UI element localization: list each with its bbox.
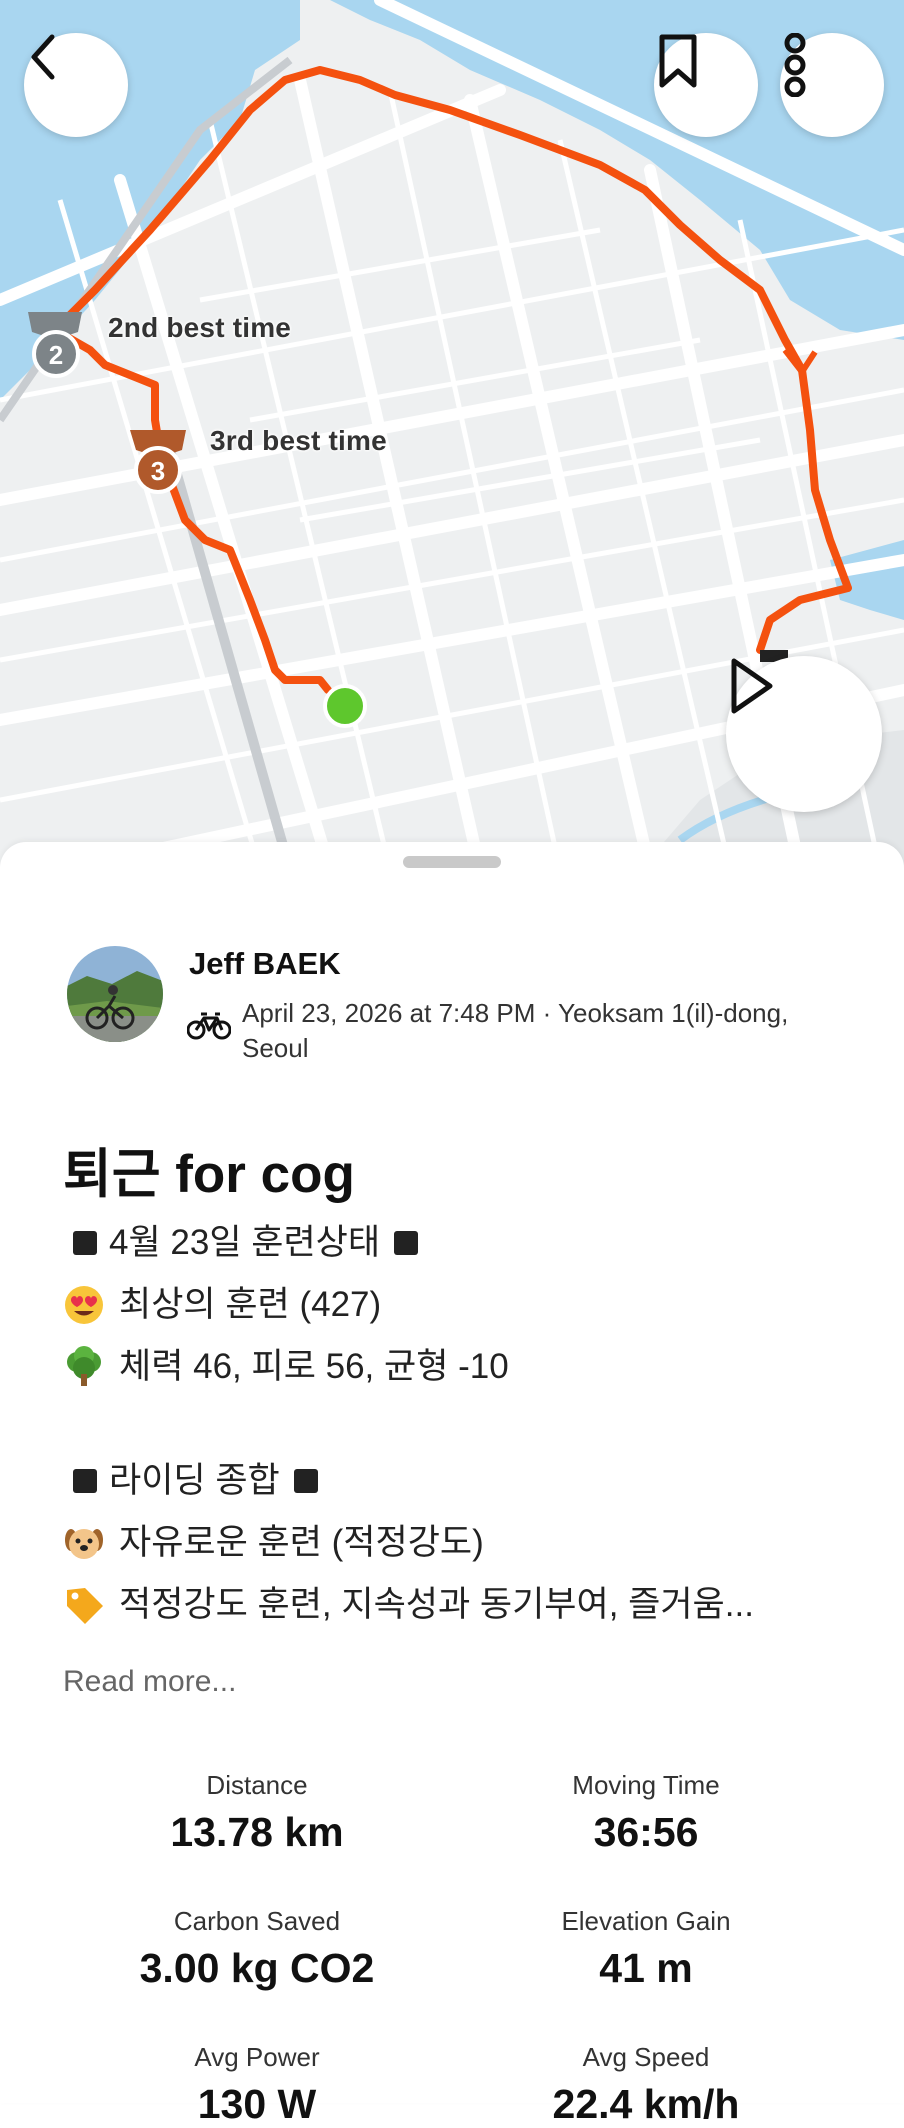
stat-moving-time: Moving Time 36:56 xyxy=(446,1770,846,1856)
play-flyover-button[interactable] xyxy=(726,656,882,812)
stat-avg-power: Avg Power 130 W xyxy=(57,2042,457,2128)
medal-2-icon: 2 xyxy=(28,312,82,378)
black-square-icon xyxy=(293,1469,318,1493)
description-text: 자유로운 훈련 (적정강도) xyxy=(119,1523,484,1562)
stat-value: 22.4 km/h xyxy=(552,2081,740,2127)
route-map[interactable]: 2 3 2nd best time 3rd best time xyxy=(0,0,904,870)
description-line: 체력 46, 피로 56, 균형 -10 xyxy=(63,1336,863,1398)
avatar[interactable] xyxy=(67,946,163,1042)
stat-value: 13.78 km xyxy=(170,1809,344,1855)
activity-title: 퇴근 for cog xyxy=(63,1145,355,1204)
bookmark-button[interactable] xyxy=(654,33,758,137)
heart-eyes-emoji-icon xyxy=(65,1286,103,1324)
description-line: 최상의 훈련 (427) xyxy=(63,1274,863,1336)
stat-label: Avg Speed xyxy=(582,2042,710,2072)
stat-label: Avg Power xyxy=(194,2042,320,2072)
play-icon xyxy=(731,658,773,714)
avatar-image xyxy=(67,946,163,1042)
description-line: 적정강도 훈련, 지속성과 동기부여, 즐거움... xyxy=(63,1574,863,1636)
description-text: 라이딩 종합 xyxy=(109,1461,280,1500)
stat-value: 41 m xyxy=(599,1945,693,1991)
bike-icon xyxy=(187,1012,231,1040)
sheet-drag-handle[interactable] xyxy=(403,856,501,868)
stat-carbon-saved: Carbon Saved 3.00 kg CO2 xyxy=(57,1906,457,1992)
stat-value: 130 W xyxy=(197,2081,317,2127)
back-button[interactable] xyxy=(24,33,128,137)
start-marker xyxy=(323,684,367,728)
tree-emoji-icon xyxy=(67,1346,101,1386)
black-square-icon xyxy=(73,1231,97,1255)
more-options-button[interactable] xyxy=(780,33,884,137)
read-more-link[interactable]: Read more... xyxy=(63,1665,236,1699)
description-text: 적정강도 훈련, 지속성과 동기부여, 즐거움... xyxy=(119,1585,754,1624)
activity-sheet: Jeff BAEK April 23, 2026 at 7:48 PM · Ye… xyxy=(0,842,904,2127)
medal-3-label: 3rd best time xyxy=(210,425,387,456)
stat-label: Carbon Saved xyxy=(173,1906,341,1936)
activity-datetime-location: April 23, 2026 at 7:48 PM · Yeoksam 1(il… xyxy=(242,998,789,1063)
stat-avg-speed: Avg Speed 22.4 km/h xyxy=(446,2042,846,2128)
stat-label: Moving Time xyxy=(572,1770,720,1800)
medal-2-label: 2nd best time xyxy=(108,312,292,343)
chevron-left-icon xyxy=(31,34,55,80)
svg-text:2: 2 xyxy=(49,340,63,370)
description-text: 최상의 훈련 (427) xyxy=(119,1285,382,1324)
label-tag-emoji-icon xyxy=(67,1588,103,1624)
description-text: 체력 46, 피로 56, 균형 -10 xyxy=(119,1347,509,1386)
activity-description: 4월 23일 훈련상태 최상의 훈련 (427) 체력 46, 피로 56, 균… xyxy=(63,1212,863,1636)
stat-elevation-gain: Elevation Gain 41 m xyxy=(446,1906,846,1992)
dog-emoji-icon xyxy=(65,1529,103,1559)
black-square-icon xyxy=(394,1231,419,1255)
description-line: 라이딩 종합 xyxy=(63,1450,863,1512)
svg-text:3: 3 xyxy=(151,456,165,486)
description-line: 4월 23일 훈련상태 xyxy=(63,1212,863,1274)
bookmark-icon xyxy=(659,34,697,88)
athlete-name[interactable]: Jeff BAEK xyxy=(189,946,341,982)
stat-distance: Distance 13.78 km xyxy=(57,1770,457,1856)
black-square-icon xyxy=(73,1469,97,1493)
description-text: 4월 23일 훈련상태 xyxy=(109,1223,381,1262)
stat-label: Distance xyxy=(206,1770,308,1800)
stat-value: 3.00 kg CO2 xyxy=(139,1945,375,1991)
stat-label: Elevation Gain xyxy=(561,1906,731,1936)
stat-value: 36:56 xyxy=(593,1809,699,1855)
more-vertical-icon xyxy=(784,33,806,97)
description-line: 자유로운 훈련 (적정강도) xyxy=(63,1512,863,1574)
medal-3-icon: 3 xyxy=(130,430,186,494)
